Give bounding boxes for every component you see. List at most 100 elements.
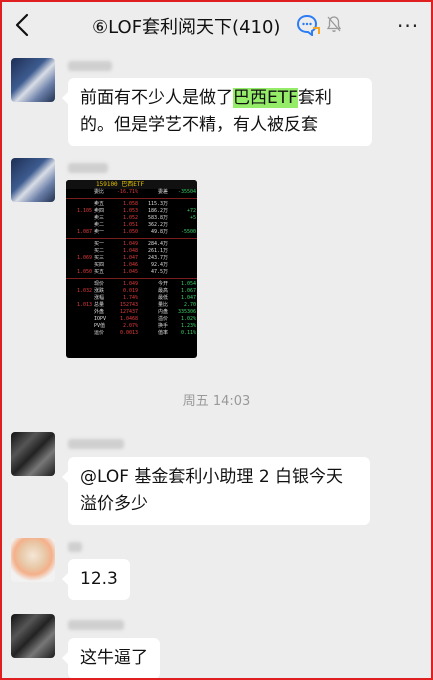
avatar[interactable]	[11, 58, 55, 102]
stock-quote-cell: 1.052	[122, 215, 138, 221]
chevron-left-icon[interactable]	[12, 12, 34, 38]
timestamp: 周五 14:03	[182, 394, 251, 409]
stock-quote-cell	[66, 201, 94, 208]
stock-quote-cell: 1.046	[122, 262, 138, 268]
stock-quote-cell	[168, 222, 196, 229]
stock-quote-cell: 1.069	[76, 255, 92, 261]
stock-quote-row: 委比 -16.71% 委差 -35504	[66, 189, 197, 196]
stock-quote-row: 1.087 卖一 1.050 49.8万 -5500	[66, 229, 197, 236]
stock-quote-cell: 1.047	[122, 255, 138, 261]
sender-name-blurred	[68, 61, 112, 71]
stock-quote-cell	[168, 241, 196, 248]
stock-quote-cell	[168, 255, 196, 262]
stock-quote-cell: 1.045	[122, 269, 138, 275]
stock-quote-row: PV值 2.07% 换手 1.23%	[66, 323, 197, 330]
stock-quote-cell: 0.019	[122, 288, 138, 294]
stock-quote-cell: +72	[186, 208, 196, 214]
stock-quote-cell: 卖四	[94, 208, 105, 214]
sender-name-blurred	[68, 620, 124, 630]
bell-muted-icon	[326, 16, 342, 32]
stock-quote-cell: 1.02%	[180, 316, 196, 322]
stock-quote-cell	[66, 189, 94, 196]
stock-quote-row: IOPV 1.0468 溢价 1.02%	[66, 316, 197, 323]
message-text: @LOF 基金套利小助理 2 白银今天溢价多少	[80, 467, 344, 514]
stock-quote-cell	[66, 262, 94, 269]
stock-quote-row: 买一 1.049 284.4万	[66, 241, 197, 248]
stock-quote-row: 1.050 买五 1.045 47.5万	[66, 269, 197, 276]
message-highlight: 巴西ETF	[233, 88, 298, 108]
stock-quote-cell: 49.8万	[150, 229, 168, 235]
stock-quote-row: 卖五 1.058 115.3万	[66, 201, 197, 208]
chat-header: ⑥LOF套利阅天下(410) ···	[0, 0, 433, 50]
message-bubble[interactable]: 这牛逼了	[62, 638, 160, 679]
avatar[interactable]	[11, 614, 55, 658]
stock-quote-cell	[66, 330, 94, 337]
avatar[interactable]	[11, 158, 55, 202]
message-bubble[interactable]: 前面有不少人是做了巴西ETF套利的。但是学艺不精，有人被反套	[62, 78, 372, 146]
stock-quote-cell: 1.087	[76, 229, 92, 235]
stock-quote-cell: 1.047	[180, 295, 196, 301]
stock-quote-cell: 卖三	[94, 215, 105, 221]
stock-quote-cell	[168, 262, 196, 269]
stock-quote-cell: 583.8万	[147, 215, 168, 221]
stock-quote-cell: 1.053	[122, 208, 138, 214]
message-text: 前面有不少人是做了	[80, 88, 233, 108]
stock-quote-row: 1.013 总量 152743 量比 2.70	[66, 302, 197, 309]
stock-quote-cell: 最低	[157, 295, 168, 301]
stock-quote-cell: 值率	[157, 330, 168, 336]
stock-quote-cell: 2.07%	[122, 323, 138, 329]
stock-quote-cell: 0.11%	[180, 330, 196, 336]
stock-quote-cell: 运价	[94, 330, 105, 336]
sender-name-blurred	[68, 542, 82, 552]
stock-quote-cell: 买一	[94, 241, 105, 247]
stock-quote-cell: 涨跌	[94, 288, 105, 294]
stock-quote-screenshot[interactable]: 159100 巴西ETF 委比 -16.71% 委差 -35504 卖五 1.058 115…	[66, 180, 197, 358]
message-text: 这牛逼了	[80, 648, 148, 668]
stock-quote-cell: IOPV	[94, 316, 107, 322]
stock-quote-cell: 买三	[94, 255, 105, 261]
qq-group-icon[interactable]	[296, 14, 320, 36]
stock-quote-cell: 362.2万	[147, 222, 168, 228]
stock-quote-cell: 买五	[94, 269, 105, 275]
stock-quote-cell: PV值	[94, 323, 106, 329]
stock-quote-row: 1.069 买三 1.047 243.7万	[66, 255, 197, 262]
stock-quote-cell: 现价	[94, 281, 105, 287]
stock-quote-cell	[66, 295, 94, 302]
avatar[interactable]	[11, 432, 55, 476]
stock-quote-cell: 委差	[157, 189, 168, 195]
stock-quote-cell	[168, 269, 196, 276]
stock-quote-row: 运价 0.0013 值率 0.11%	[66, 330, 197, 337]
stock-quote-cell	[168, 201, 196, 208]
stock-quote-row: 1.105 卖四 1.053 186.2万 +72	[66, 208, 197, 215]
more-options-icon[interactable]: ···	[397, 14, 419, 38]
stock-quote-cell: -16.71%	[116, 189, 138, 195]
stock-quote-cell: 47.5万	[150, 269, 168, 275]
avatar[interactable]	[11, 538, 55, 582]
stock-quote-cell	[66, 309, 94, 316]
stock-quote-cell: 委比	[94, 189, 105, 195]
stock-quote-cell: 243.7万	[147, 255, 168, 261]
chat-title: ⑥LOF套利阅天下(410)	[92, 17, 281, 38]
stock-quote-divider	[66, 276, 197, 279]
stock-quote-cell: 261.1万	[147, 248, 168, 254]
stock-quote-cell: -35504	[177, 189, 196, 195]
stock-quote-cell: 买二	[94, 248, 105, 254]
stock-quote-cell: 1.0468	[119, 316, 138, 322]
stock-quote-table: 委比 -16.71% 委差 -35504 卖五 1.058 115.3万 1.105 卖四 1.0…	[66, 189, 197, 337]
stock-quote-cell	[66, 281, 94, 288]
stock-quote-divider	[66, 236, 197, 239]
stock-quote-row: 买二 1.048 261.1万	[66, 248, 197, 255]
message-bubble[interactable]: @LOF 基金套利小助理 2 白银今天溢价多少	[62, 457, 370, 525]
message-bubble[interactable]: 12.3	[62, 559, 130, 600]
stock-quote-cell: 内盘	[157, 309, 168, 315]
stock-quote-cell: 284.4万	[147, 241, 168, 247]
stock-quote-cell: -5500	[180, 229, 196, 235]
stock-quote-cell: 1.050	[76, 269, 92, 275]
stock-quote-cell	[66, 215, 94, 222]
stock-quote-cell: 1.23%	[180, 323, 196, 329]
stock-quote-cell	[168, 248, 196, 255]
stock-quote-cell: 92.4万	[150, 262, 168, 268]
stock-quote-row: 买四 1.046 92.4万	[66, 262, 197, 269]
stock-quote-cell	[66, 316, 94, 323]
stock-quote-cell: 卖二	[94, 222, 105, 228]
